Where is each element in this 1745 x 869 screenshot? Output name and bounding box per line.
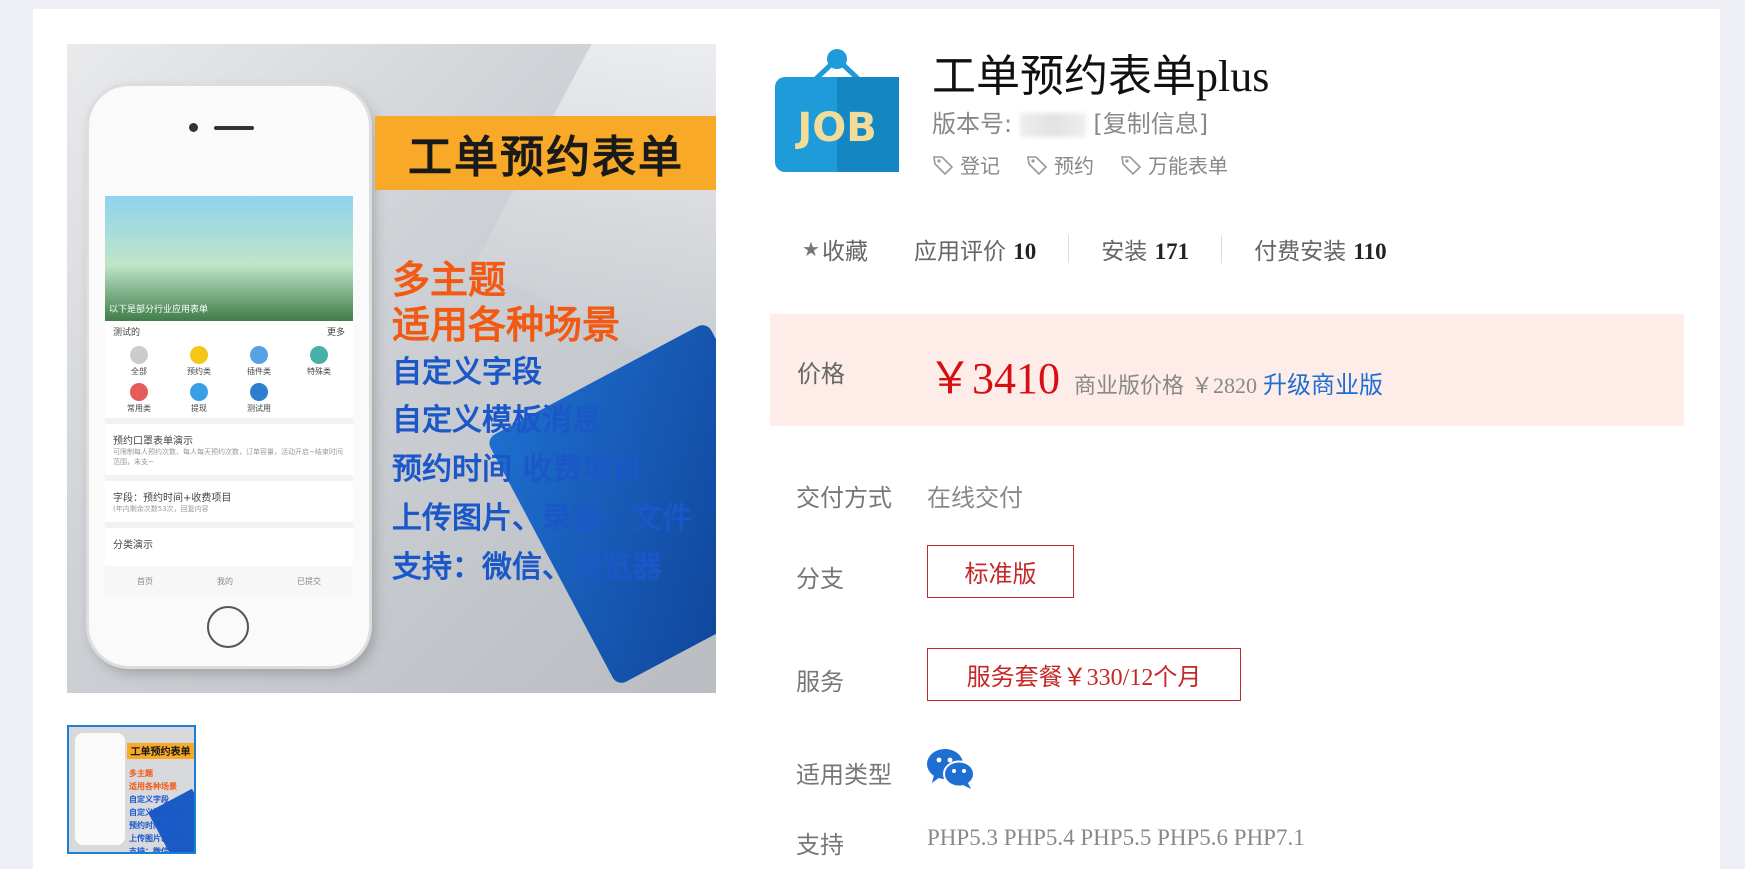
version-value-redacted [1019, 113, 1086, 137]
copy-info-link[interactable]: [复制信息] [1093, 110, 1208, 138]
tag-item[interactable]: 万能表单 [1120, 150, 1228, 179]
phone-banner-caption: 以下是部分行业应用表单 [109, 305, 209, 315]
thumb-phone [75, 733, 125, 845]
phone-notice: 测试的 更多 [105, 321, 353, 342]
phone-mockup: 以下是部分行业应用表单 测试的 更多 全部 预约类 插件类 特殊类 常用类 提现… [89, 86, 369, 666]
stats-bar: ★ 收藏 应用评价 10 安装 171 付费安装 110 [802, 232, 1387, 266]
version-line: 版本号: [复制信息] [932, 104, 1208, 139]
phone-screen: 以下是部分行业应用表单 测试的 更多 全部 预约类 插件类 特殊类 常用类 提现… [105, 196, 353, 596]
phone-more-link: 更多 [326, 328, 345, 338]
price-label: 价格 [797, 360, 845, 388]
phone-grid-item: 插件类 [229, 346, 289, 377]
tag-icon [1121, 155, 1142, 175]
upgrade-business-link[interactable]: 升级商业版 [1263, 365, 1383, 400]
tag-icon [933, 155, 954, 175]
tag-label: 万能表单 [1148, 154, 1228, 178]
business-price-value: ￥2820 [1191, 373, 1258, 398]
support-value: PHP5.3 PHP5.4 PHP5.5 PHP5.6 PHP7.1 [927, 825, 1305, 850]
delivery-value: 在线交付 [927, 484, 1023, 512]
type-label: 适用类型 [796, 761, 892, 789]
phone-category-grid: 全部 预约类 插件类 特殊类 常用类 提现 测试用 [105, 342, 353, 418]
promo-feature: 适用各种场景 [392, 303, 621, 347]
paid-installs-value: 110 [1353, 239, 1387, 264]
rating-stat[interactable]: 应用评价 10 [914, 232, 1036, 266]
product-main-image: 以下是部分行业应用表单 测试的 更多 全部 预约类 插件类 特殊类 常用类 提现… [67, 44, 716, 693]
divider [1068, 235, 1070, 263]
phone-list-item: 分类演示 [105, 522, 353, 559]
promo-feature: 上传图片、录音、文件 [392, 501, 692, 536]
phone-list-item: 字段：预约时间+收费项目 (年内剩余次数53次，回复内容 [105, 475, 353, 522]
product-title: 工单预约表单plus [932, 52, 1270, 101]
promo-feature: 支持：微信、浏览器 [392, 550, 662, 585]
support-label: 支持 [796, 831, 844, 859]
tag-item[interactable]: 预约 [1026, 150, 1094, 179]
tag-icon [1027, 155, 1048, 175]
price-values: ￥3410 商业版价格 ￥2820 升级商业版 [928, 342, 1383, 406]
business-price: 商业版价格 ￥2820 [1074, 373, 1258, 399]
phone-grid-item: 全部 [109, 346, 169, 377]
favorite-button[interactable]: ★ 收藏 [802, 232, 868, 266]
phone-speaker [214, 126, 254, 130]
tag-label: 登记 [960, 154, 1000, 178]
promo-feature: 自定义字段 [392, 355, 542, 390]
phone-banner: 以下是部分行业应用表单 [105, 196, 353, 321]
phone-grid-item: 特殊类 [289, 346, 349, 377]
promo-feature: 预约时间 收费项目 [392, 452, 643, 487]
thumb-title: 工单预约表单 [127, 743, 194, 759]
branch-label: 分支 [796, 565, 844, 593]
phone-grid-item: 测试用 [229, 383, 289, 414]
price-main: ￥3410 [928, 354, 1060, 403]
phone-camera [189, 123, 198, 132]
phone-grid-item: 预约类 [169, 346, 229, 377]
phone-grid-item: 提现 [169, 383, 229, 414]
paid-installs-stat: 付费安装 110 [1254, 239, 1387, 265]
phone-tabbar: 首页 我的 已提交 [105, 566, 353, 596]
tag-list: 登记 预约 万能表单 [932, 150, 1228, 179]
gallery-thumbnail[interactable]: 工单预约表单 多主题 适用各种场景 自定义字段 自定义模板消息 预约时间 收费 … [67, 725, 196, 854]
service-label: 服务 [796, 668, 844, 696]
favorite-label: 收藏 [821, 239, 868, 265]
wechat-icon [927, 749, 975, 789]
tag-item[interactable]: 登记 [932, 150, 1000, 179]
tag-label: 预约 [1054, 154, 1094, 178]
service-package-option[interactable]: 服务套餐￥330/12个月 [927, 648, 1241, 701]
app-logo-text: JOB [794, 105, 876, 151]
phone-list-item: 预约口罩表单演示 可限制每人预约次数、每人每天预约次数，订单容量，活动开启~结束… [105, 418, 353, 475]
rating-value: 10 [1013, 239, 1037, 264]
divider [1221, 235, 1223, 263]
branch-option-standard[interactable]: 标准版 [927, 545, 1074, 598]
delivery-label: 交付方式 [796, 484, 892, 512]
phone-home-button [207, 606, 249, 648]
promo-title: 工单预约表单 [375, 116, 716, 190]
installs-stat: 安装 171 [1101, 239, 1190, 265]
price-panel: 价格 ￥3410 商业版价格 ￥2820 升级商业版 [770, 314, 1684, 426]
phone-grid-item: 常用类 [109, 383, 169, 414]
star-icon: ★ [802, 237, 820, 261]
thumb-features: 多主题 适用各种场景 自定义字段 自定义模板消息 预约时间 收费 上传图片、录音… [129, 769, 193, 854]
installs-value: 171 [1154, 239, 1190, 264]
phone-notice-text: 测试的 [113, 328, 141, 338]
app-logo: JOB [775, 49, 899, 172]
promo-feature: 自定义模板消息 [392, 403, 602, 438]
version-label: 版本号: [932, 110, 1013, 138]
